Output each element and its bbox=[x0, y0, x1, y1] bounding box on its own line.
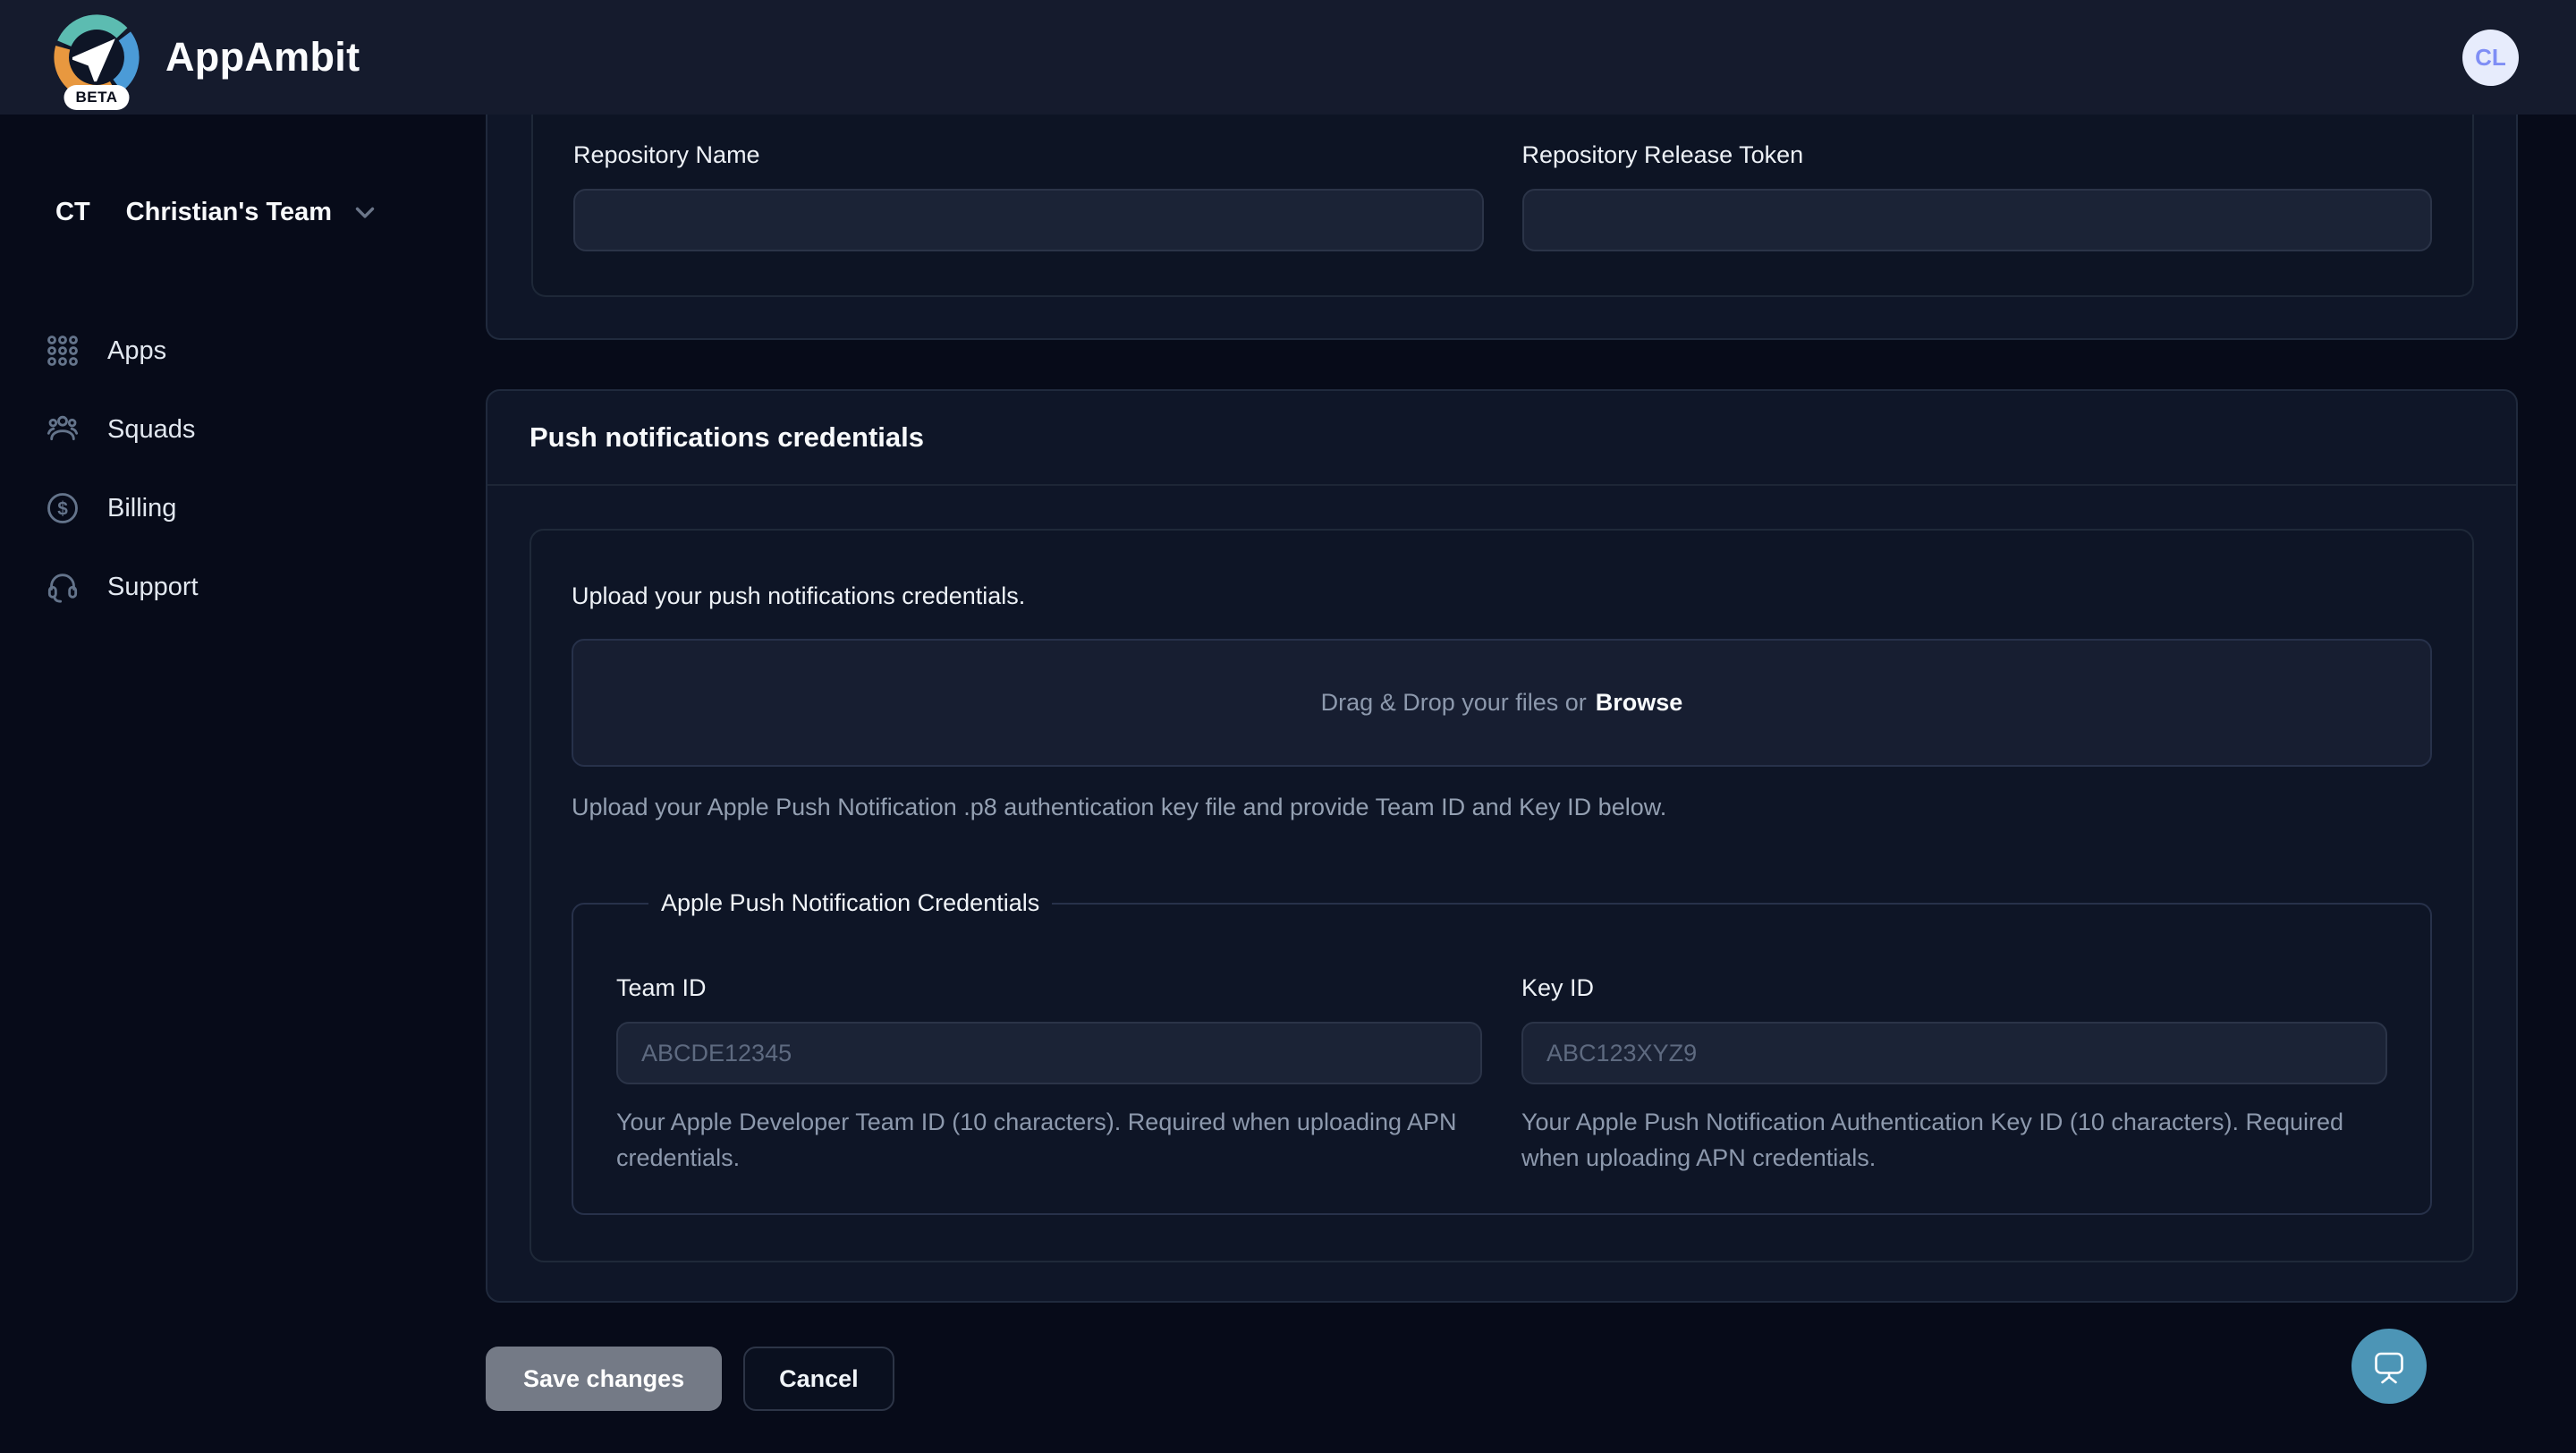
team-initials: CT bbox=[55, 198, 90, 227]
file-dropzone[interactable]: Drag & Drop your files or Browse bbox=[572, 639, 2432, 767]
app-name: AppAmbit bbox=[165, 34, 360, 81]
apps-grid-icon bbox=[45, 333, 80, 369]
browse-files-button[interactable]: Browse bbox=[1596, 689, 1683, 717]
upload-credentials-label: Upload your push notifications credentia… bbox=[572, 582, 2432, 610]
key-id-help: Your Apple Push Notification Authenticat… bbox=[1521, 1104, 2387, 1176]
repository-name-field: Repository Name bbox=[573, 141, 1484, 251]
team-selector[interactable]: CT Christian's Team bbox=[55, 197, 380, 227]
sidebar-item-label: Billing bbox=[107, 494, 176, 523]
team-id-help: Your Apple Developer Team ID (10 charact… bbox=[616, 1104, 1482, 1176]
push-card-title: Push notifications credentials bbox=[530, 421, 924, 454]
beta-badge: BETA bbox=[64, 85, 129, 110]
top-header: BETA AppAmbit CL bbox=[0, 0, 2576, 115]
dropzone-text: Drag & Drop your files or bbox=[1321, 689, 1587, 717]
chevron-down-icon bbox=[350, 197, 380, 227]
sidebar-item-label: Apps bbox=[107, 336, 166, 366]
push-upload-panel: Upload your push notifications credentia… bbox=[530, 529, 2474, 1262]
chat-presentation-icon bbox=[2368, 1346, 2410, 1387]
main-content: Repository Name Repository Release Token… bbox=[486, 115, 2518, 1411]
apn-credentials-fieldset: Apple Push Notification Credentials Team… bbox=[572, 889, 2432, 1215]
billing-dollar-icon: $ bbox=[45, 490, 80, 526]
key-id-field: Key ID Your Apple Push Notification Auth… bbox=[1521, 974, 2387, 1176]
sidebar-item-apps[interactable]: Apps bbox=[0, 311, 486, 390]
team-id-input[interactable] bbox=[616, 1022, 1482, 1084]
sidebar-item-label: Squads bbox=[107, 415, 195, 445]
key-id-label: Key ID bbox=[1521, 974, 2387, 1002]
repository-name-label: Repository Name bbox=[573, 141, 1484, 169]
repository-release-token-label: Repository Release Token bbox=[1522, 141, 2433, 169]
support-headset-icon bbox=[45, 569, 80, 605]
app-logo[interactable]: BETA AppAmbit bbox=[49, 10, 360, 105]
user-avatar[interactable]: CL bbox=[2462, 30, 2519, 86]
repository-name-input[interactable] bbox=[573, 189, 1484, 251]
upload-note: Upload your Apple Push Notification .p8 … bbox=[572, 794, 2432, 821]
repository-release-token-field: Repository Release Token bbox=[1522, 141, 2433, 251]
cancel-button[interactable]: Cancel bbox=[743, 1347, 894, 1411]
push-card-header: Push notifications credentials bbox=[487, 391, 2516, 486]
app-logo-icon: BETA bbox=[49, 10, 144, 105]
repository-release-token-input[interactable] bbox=[1522, 189, 2433, 251]
sidebar-nav: Apps Squads $ Bil bbox=[0, 311, 486, 626]
apn-fieldset-legend: Apple Push Notification Credentials bbox=[648, 889, 1052, 917]
sidebar-item-squads[interactable]: Squads bbox=[0, 390, 486, 469]
svg-text:$: $ bbox=[57, 498, 68, 519]
chat-widget-button[interactable] bbox=[2351, 1329, 2427, 1404]
squads-people-icon bbox=[45, 412, 80, 447]
sidebar-item-billing[interactable]: $ Billing bbox=[0, 469, 486, 548]
save-changes-button[interactable]: Save changes bbox=[486, 1347, 722, 1411]
sidebar-item-label: Support bbox=[107, 573, 199, 602]
team-name: Christian's Team bbox=[126, 198, 332, 227]
repository-fields-panel: Repository Name Repository Release Token bbox=[531, 115, 2474, 297]
team-id-label: Team ID bbox=[616, 974, 1482, 1002]
sidebar-item-support[interactable]: Support bbox=[0, 548, 486, 626]
push-card-body: Upload your push notifications credentia… bbox=[487, 486, 2516, 1301]
form-actions: Save changes Cancel bbox=[486, 1347, 2518, 1411]
team-id-field: Team ID Your Apple Developer Team ID (10… bbox=[616, 974, 1482, 1176]
repository-settings-card: Repository Name Repository Release Token bbox=[486, 115, 2518, 340]
key-id-input[interactable] bbox=[1521, 1022, 2387, 1084]
push-notifications-card: Push notifications credentials Upload yo… bbox=[486, 389, 2518, 1303]
sidebar: CT Christian's Team Apps bbox=[0, 115, 486, 1453]
